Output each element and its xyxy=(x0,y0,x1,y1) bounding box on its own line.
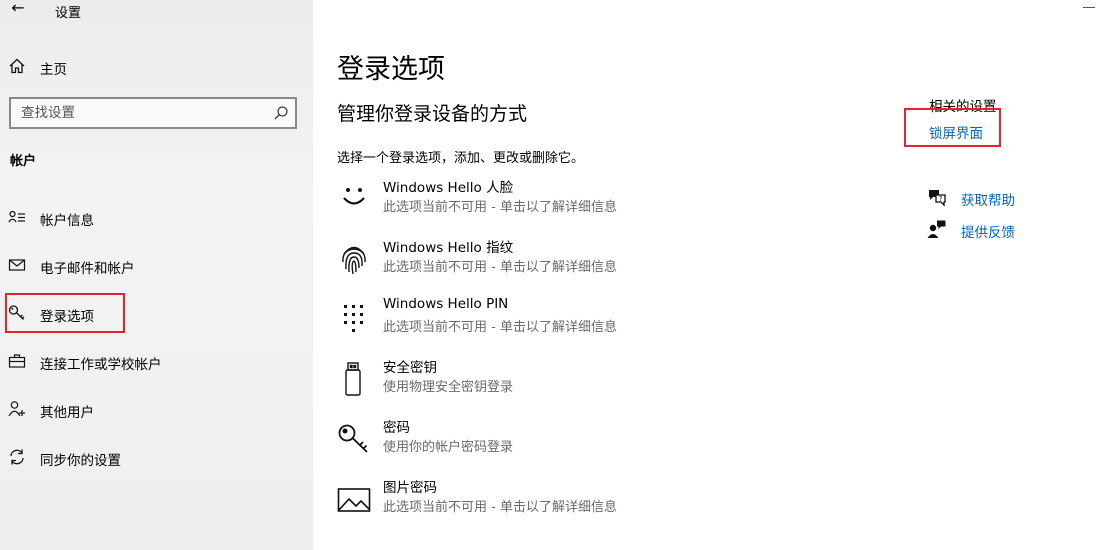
add-person-icon xyxy=(8,400,26,418)
sidebar-item-account-info[interactable]: 帐户信息 xyxy=(0,197,313,237)
option-subtitle: 此选项当前不可用 - 单击以了解详细信息 xyxy=(383,200,617,215)
mail-icon xyxy=(8,256,26,274)
title-bar: ← 设置 xyxy=(0,0,313,22)
sidebar-item-label: 电子邮件和帐户 xyxy=(40,261,135,277)
option-windows-hello-face[interactable]: Windows Hello 人脸 此选项当前不可用 - 单击以了解详细信息 xyxy=(337,176,737,224)
help-chat-icon: ? xyxy=(927,187,947,207)
option-password[interactable]: 密码 使用你的帐户密码登录 xyxy=(337,416,737,464)
option-subtitle: 此选项当前不可用 - 单击以了解详细信息 xyxy=(383,500,617,515)
sidebar-item-work-school[interactable]: 连接工作或学校帐户 xyxy=(0,341,313,381)
option-title: 密码 xyxy=(383,420,410,436)
search-box xyxy=(9,97,297,129)
feedback-person-icon xyxy=(927,219,947,239)
option-windows-hello-fingerprint[interactable]: Windows Hello 指纹 此选项当前不可用 - 单击以了解详细信息 xyxy=(337,236,737,284)
home-icon xyxy=(8,57,26,75)
face-icon xyxy=(337,182,371,216)
page-title: 登录选项 xyxy=(337,54,445,85)
feedback-link[interactable]: 提供反馈 xyxy=(961,221,1015,241)
fingerprint-icon xyxy=(337,242,371,276)
option-subtitle: 此选项当前不可用 - 单击以了解详细信息 xyxy=(383,260,617,275)
section-subtitle: 管理你登录设备的方式 xyxy=(337,103,528,125)
search-input[interactable] xyxy=(11,99,261,127)
option-subtitle: 使用物理安全密钥登录 xyxy=(383,380,514,395)
section-header-accounts: 帐户 xyxy=(10,154,37,169)
password-key-icon xyxy=(337,422,371,456)
sidebar-item-sync[interactable]: 同步你的设置 xyxy=(0,437,313,477)
search-icon[interactable] xyxy=(273,105,289,121)
sidebar-item-email[interactable]: 电子邮件和帐户 xyxy=(0,245,313,285)
sidebar-item-label: 帐户信息 xyxy=(40,213,94,229)
sidebar-item-other-users[interactable]: 其他用户 xyxy=(0,389,313,429)
back-button[interactable]: ← xyxy=(6,0,30,18)
option-security-key[interactable]: 安全密钥 使用物理安全密钥登录 xyxy=(337,356,737,404)
option-title: Windows Hello PIN xyxy=(383,296,509,312)
sidebar-item-label: 同步你的设置 xyxy=(40,453,121,469)
highlight-box-sign-in-options xyxy=(5,293,125,333)
option-title: 安全密钥 xyxy=(383,360,437,376)
briefcase-icon xyxy=(8,352,26,370)
minimize-icon[interactable] xyxy=(1083,7,1095,8)
option-subtitle: 使用你的帐户密码登录 xyxy=(383,440,514,455)
nav-home-label: 主页 xyxy=(40,62,67,78)
get-help-link[interactable]: 获取帮助 xyxy=(961,189,1015,209)
option-title: 图片密码 xyxy=(383,480,437,496)
section-description: 选择一个登录选项，添加、更改或删除它。 xyxy=(337,151,585,166)
option-picture-password[interactable]: 图片密码 此选项当前不可用 - 单击以了解详细信息 xyxy=(337,476,737,524)
sidebar-item-label: 其他用户 xyxy=(40,405,94,421)
sidebar: ← 设置 主页 帐户 帐户信息 电子邮件和帐户 登录选项 xyxy=(0,0,313,550)
app-title: 设置 xyxy=(55,6,82,21)
option-title: Windows Hello 人脸 xyxy=(383,180,514,196)
sync-icon xyxy=(8,448,26,466)
picture-icon xyxy=(337,482,371,516)
main-content: 登录选项 管理你登录设备的方式 选择一个登录选项，添加、更改或删除它。 Wind… xyxy=(313,0,1103,550)
option-title: Windows Hello 指纹 xyxy=(383,240,514,256)
nav-home[interactable]: 主页 xyxy=(0,46,313,86)
svg-text:?: ? xyxy=(939,195,943,203)
sidebar-item-label: 连接工作或学校帐户 xyxy=(40,357,162,373)
highlight-box-lock-screen xyxy=(904,108,1001,147)
option-windows-hello-pin[interactable]: Windows Hello PIN 此选项当前不可用 - 单击以了解详细信息 xyxy=(337,296,737,344)
option-subtitle: 此选项当前不可用 - 单击以了解详细信息 xyxy=(383,320,617,335)
person-card-icon xyxy=(8,208,26,226)
pin-keypad-icon xyxy=(337,302,371,336)
usb-key-icon xyxy=(337,362,371,396)
